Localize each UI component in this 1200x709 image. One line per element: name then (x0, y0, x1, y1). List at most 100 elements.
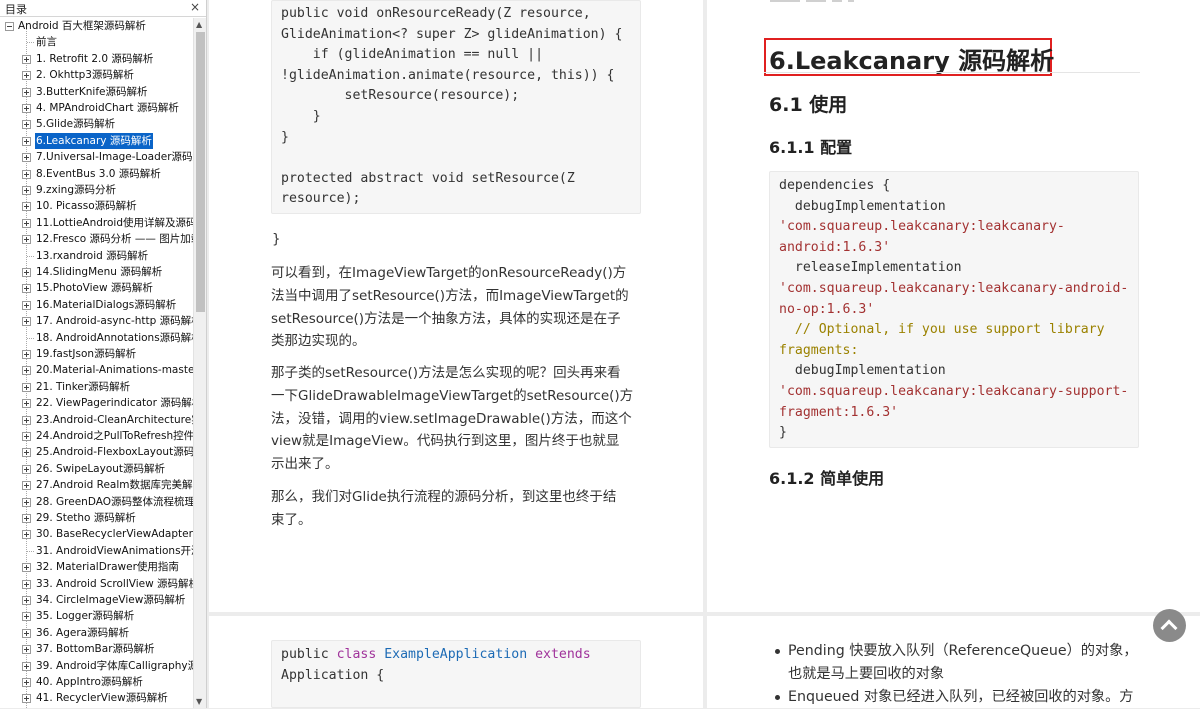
toc-item[interactable]: 4. MPAndroidChart 源码解析 (0, 100, 193, 116)
expand-icon[interactable] (22, 596, 31, 605)
toc-item[interactable]: 22. ViewPagerindicator 源码解析 (0, 395, 193, 411)
code-line: android:1.6.3' (779, 238, 890, 259)
toc-item-label: 40. AppIntro源码解析 (36, 676, 143, 688)
expand-icon[interactable] (22, 661, 31, 671)
toc-item[interactable]: 11.LottieAndroid使用详解及源码解析 (0, 215, 193, 231)
toc-item[interactable]: 8.EventBus 3.0 源码解析 (0, 166, 193, 182)
expand-icon[interactable] (22, 202, 31, 212)
toc-item[interactable]: 30. BaseRecyclerViewAdapterHelper (0, 526, 193, 542)
expand-icon[interactable] (22, 628, 31, 638)
code-line: } (281, 107, 321, 128)
expand-icon[interactable] (22, 300, 31, 310)
toc-item[interactable]: 13.rxandroid 源码解析 (0, 248, 193, 264)
toc-item[interactable]: 5.Glide源码解析 (0, 116, 193, 132)
scroll-down-icon[interactable]: ▼ (196, 697, 202, 706)
expand-icon[interactable] (22, 366, 31, 376)
toc-item[interactable]: 36. Agera源码解析 (0, 625, 193, 641)
toc-item-label: 25.Android-FlexboxLayout源码解析 (36, 446, 193, 459)
expand-icon[interactable] (22, 530, 31, 540)
expand-icon[interactable] (22, 87, 31, 97)
toc-item[interactable]: 前言 (0, 34, 193, 50)
close-icon[interactable]: × (190, 0, 200, 14)
expand-icon[interactable] (22, 579, 31, 589)
expand-icon[interactable] (22, 678, 31, 687)
toc-item[interactable]: 18. AndroidAnnotations源码解析 (0, 330, 193, 346)
toc-item-label: 14.SlidingMenu 源码解析 (36, 266, 163, 278)
toc-item[interactable]: 9.zxing源码分析 (0, 182, 193, 198)
toc-item[interactable]: 6.Leakcanary 源码解析 (0, 132, 193, 149)
toc-item[interactable]: 34. CircleImageView源码解析 (0, 592, 193, 608)
toc-item-label: 24.Android之PullToRefresh控件源码解析 (36, 430, 193, 442)
toc-item[interactable]: 27.Android Realm数据库完美解析 (0, 477, 193, 493)
toc-item[interactable]: 28. GreenDAO源码整体流程梳理 (0, 494, 193, 510)
toc-item[interactable]: 16.MaterialDialogs源码解析 (0, 297, 193, 313)
expand-icon[interactable] (22, 448, 31, 458)
expand-icon[interactable] (22, 169, 31, 179)
toc-item[interactable]: 17. Android-async-http 源码解析 (0, 313, 193, 329)
expand-icon[interactable] (22, 153, 31, 163)
expand-icon[interactable] (22, 645, 31, 655)
expand-icon[interactable] (22, 563, 31, 573)
toc-item[interactable]: 26. SwipeLayout源码解析 (0, 461, 193, 477)
back-to-top-button[interactable] (1153, 609, 1186, 642)
toc-item[interactable]: 39. Android字体库Calligraphy源码解析 (0, 658, 193, 674)
expand-icon[interactable] (22, 399, 31, 409)
toc-item[interactable]: 37. BottomBar源码解析 (0, 641, 193, 657)
expand-icon[interactable] (22, 612, 31, 622)
toc-item[interactable]: 29. Stetho 源码解析 (0, 510, 193, 526)
expand-icon[interactable] (22, 54, 31, 64)
toc-item[interactable]: 21. Tinker源码解析 (0, 379, 193, 395)
toc-item[interactable]: 10. Picasso源码解析 (0, 198, 193, 214)
toc-item[interactable]: 1. Retrofit 2.0 源码解析 (0, 51, 193, 67)
expand-icon[interactable] (22, 104, 31, 113)
toc-item[interactable]: 19.fastJson源码解析 (0, 346, 193, 362)
toc-item[interactable]: 14.SlidingMenu 源码解析 (0, 264, 193, 280)
expand-icon[interactable] (22, 497, 31, 507)
toc-item[interactable]: 32. MaterialDrawer使用指南 (0, 559, 193, 575)
code-line: if (glideAnimation == null || (281, 45, 543, 66)
collapse-icon[interactable] (5, 22, 14, 31)
toc-item[interactable]: 12.Fresco 源码分析 —— 图片加载流程 (0, 231, 193, 247)
expand-icon[interactable] (22, 514, 31, 523)
expand-icon[interactable] (22, 186, 31, 195)
expand-icon[interactable] (22, 694, 31, 704)
expand-icon[interactable] (22, 284, 31, 294)
toc-item[interactable]: 2. Okhttp3源码解析 (0, 67, 193, 83)
toc-item[interactable]: 23.Android-CleanArchitecture实战 (0, 412, 193, 428)
code-token: protected abstract void setResource(Z (281, 170, 575, 186)
expand-icon[interactable] (22, 481, 31, 491)
expand-icon[interactable] (22, 71, 31, 81)
scroll-thumb[interactable] (196, 32, 205, 312)
toc-item[interactable]: 33. Android ScrollView 源码解析 (0, 576, 193, 592)
toc-item[interactable]: 41. RecyclerView源码解析 (0, 690, 193, 706)
toc-item[interactable]: 24.Android之PullToRefresh控件源码解析 (0, 428, 193, 444)
expand-icon[interactable] (22, 350, 31, 359)
expand-icon[interactable] (22, 432, 31, 441)
toc-item[interactable]: 15.PhotoView 源码解析 (0, 280, 193, 296)
scroll-up-icon[interactable]: ▲ (196, 20, 202, 29)
toc-item[interactable]: 35. Logger源码解析 (0, 608, 193, 624)
paragraph-line: 法当中调用了setResource()方法，而ImageViewTarget的 (271, 287, 629, 304)
toc-item[interactable]: 3.ButterKnife源码解析 (0, 84, 193, 100)
toc-item[interactable]: Android 百大框架源码解析 (0, 18, 193, 34)
code-token: // Optional, if you use support library (779, 322, 1105, 338)
toc-item-label: 19.fastJson源码解析 (36, 348, 137, 360)
chapter-heading: 6.Leakcanary 源码解析 (769, 47, 1055, 75)
toc-item[interactable]: 20.Material-Animations-master源码解析 (0, 362, 193, 378)
expand-icon[interactable] (22, 382, 31, 392)
toc-item[interactable]: 31. AndroidViewAnimations开源框架 (0, 543, 193, 559)
expand-icon[interactable] (22, 317, 31, 327)
toc-item[interactable]: 25.Android-FlexboxLayout源码解析 (0, 444, 193, 460)
expand-icon[interactable] (22, 120, 31, 130)
expand-icon[interactable] (22, 268, 31, 277)
expand-icon[interactable] (22, 415, 31, 425)
toc-scrollbar[interactable]: ▲ ▼ (193, 18, 206, 708)
expand-icon[interactable] (22, 464, 31, 474)
toc-item[interactable]: 7.Universal-Image-Loader源码解析 (0, 149, 193, 165)
expand-icon[interactable] (22, 235, 31, 245)
code-token: debugImplementation (779, 198, 946, 214)
expand-icon[interactable] (22, 136, 31, 146)
paragraph-1: 可以看到，在ImageViewTarget的onResourceReady()方… (271, 262, 629, 353)
expand-icon[interactable] (22, 218, 31, 228)
toc-item[interactable]: 40. AppIntro源码解析 (0, 674, 193, 690)
